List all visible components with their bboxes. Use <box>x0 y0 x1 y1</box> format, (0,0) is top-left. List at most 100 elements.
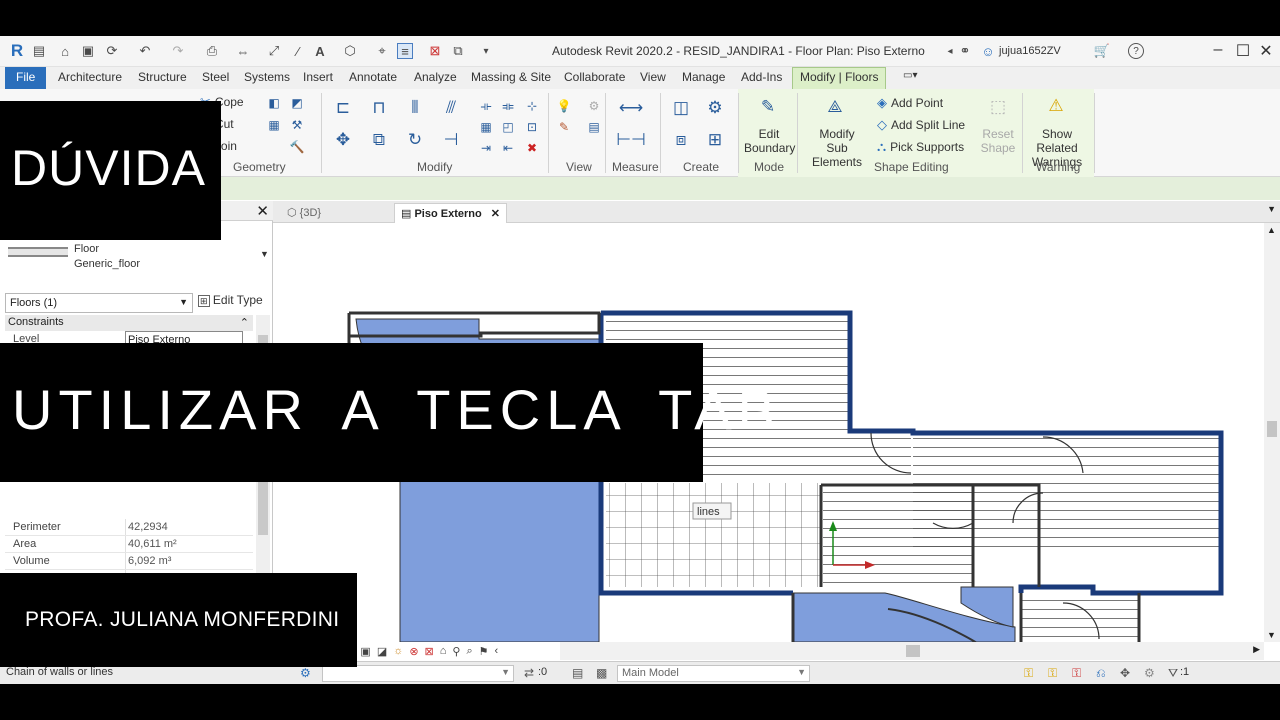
scroll-left-icon[interactable]: ‹ <box>495 645 499 657</box>
tab-modify-floors[interactable]: Modify | Floors <box>792 67 887 89</box>
detail-level-icon[interactable]: ▣ <box>360 645 370 658</box>
select-pinned-icon[interactable]: ⚿ <box>1072 666 1081 681</box>
copy-icon[interactable]: ⧉ <box>368 129 390 151</box>
select-links-icon[interactable]: ⚿ <box>1024 666 1033 681</box>
instance-filter-select[interactable]: Floors (1) ▼ <box>5 293 193 313</box>
exclude-options-icon[interactable]: ▩ <box>596 666 607 680</box>
dimension-aligned-icon[interactable]: ⊢⊣ <box>616 129 646 151</box>
binoculars-icon[interactable]: ⚭ <box>957 43 973 59</box>
vertical-scrollbar[interactable]: ▲ ▼ <box>1264 223 1280 642</box>
dimension-icon[interactable]: ⤢ <box>266 43 282 59</box>
linework-icon[interactable]: ✎ <box>556 119 572 135</box>
shadows-icon[interactable]: ⊗ <box>409 645 418 658</box>
visual-style-icon[interactable]: ◪ <box>377 645 387 658</box>
scroll-up-icon[interactable]: ▲ <box>1267 225 1276 235</box>
undo-icon[interactable]: ↶ <box>137 43 153 59</box>
hammer-icon[interactable]: 🔨 <box>289 139 305 155</box>
scroll-thumb[interactable] <box>1267 421 1277 437</box>
worksharing-icon[interactable]: ⚑ <box>479 645 489 658</box>
split-icon[interactable]: ⟛ <box>478 98 494 114</box>
split-face-icon[interactable]: ◩ <box>289 95 305 111</box>
hide-icon[interactable]: 💡 <box>556 98 572 114</box>
close-icon[interactable]: ✕ <box>256 202 269 220</box>
tab-add-ins[interactable]: Add-Ins <box>741 70 782 84</box>
rotate-icon[interactable]: ↻ <box>404 129 426 151</box>
close-icon[interactable]: ✕ <box>491 208 500 220</box>
scroll-down-icon[interactable]: ▼ <box>1267 630 1276 640</box>
tab-manage[interactable]: Manage <box>682 70 725 84</box>
tab-insert[interactable]: Insert <box>303 70 333 84</box>
add-point-button[interactable]: ◈ Add Point <box>877 95 943 111</box>
reset-shape-button[interactable]: Reset Shape <box>978 127 1018 155</box>
properties-icon[interactable]: ▤ <box>31 43 47 59</box>
hide-crop-icon[interactable]: ⌂ <box>440 645 447 657</box>
sun-path-icon[interactable]: ☼ <box>393 645 403 657</box>
align-icon[interactable]: ⊏ <box>332 97 354 119</box>
save-icon[interactable]: ▣ <box>80 43 96 59</box>
add-split-line-button[interactable]: ◇ Add Split Line <box>877 117 965 133</box>
tab-collaborate[interactable]: Collaborate <box>564 70 625 84</box>
section-constraints[interactable]: Constraints ⌃ <box>5 315 253 331</box>
pin-icon[interactable]: ⊹ <box>524 98 540 114</box>
edit-boundary-button[interactable]: Edit Boundary <box>744 127 795 155</box>
tag-icon[interactable]: ⁄ <box>290 43 306 59</box>
delete-icon[interactable]: ✖ <box>524 140 540 156</box>
unpin-icon[interactable]: ⊡ <box>524 119 540 135</box>
edit-type-button[interactable]: ⊞ Edit Type <box>198 293 263 307</box>
modify-sub-elements-button[interactable]: Modify Sub Elements <box>800 127 874 169</box>
type-selector-dropdown-icon[interactable]: ▼ <box>260 249 269 259</box>
tab-view[interactable]: View <box>640 70 666 84</box>
measure-between-icon[interactable]: ⟷ <box>616 97 646 119</box>
tab-systems[interactable]: Systems <box>244 70 290 84</box>
measure-icon[interactable]: ⇔ <box>235 43 251 59</box>
design-options-icon[interactable]: ▤ <box>572 666 583 680</box>
switch-windows-icon[interactable]: ⧉ <box>450 43 466 59</box>
offset-icon[interactable]: ⊓ <box>368 97 390 119</box>
qat-dropdown-icon[interactable]: ▾ <box>478 43 494 59</box>
close-icon[interactable]: ✕ <box>1256 41 1276 61</box>
ribbon-options-icon[interactable]: ▭▾ <box>903 70 917 81</box>
split-gap-icon[interactable]: ⟚ <box>500 98 516 114</box>
workset-select[interactable]: ▼ <box>322 665 514 682</box>
user-name[interactable]: jujua1652ZV <box>999 45 1061 57</box>
tab-3d[interactable]: ⬡ {3D} <box>281 203 327 223</box>
cart-icon[interactable]: 🛒 <box>1094 43 1110 59</box>
drag-on-selection-icon[interactable]: ✥ <box>1120 666 1130 680</box>
modify-sub-elements-icon[interactable]: ⟁ <box>824 96 846 118</box>
scroll-right-icon[interactable]: ▶ <box>1253 644 1260 655</box>
paint-icon[interactable]: ▦ <box>266 117 282 133</box>
tab-annotate[interactable]: Annotate <box>349 70 397 84</box>
extend-icon[interactable]: ⇤ <box>500 140 516 156</box>
override-graphics-icon[interactable]: ▤ <box>586 119 602 135</box>
user-icon[interactable]: ☺ <box>980 43 996 59</box>
demolish-icon[interactable]: ⚒ <box>289 117 305 133</box>
create-assembly-icon[interactable]: ⊞ <box>704 129 726 151</box>
help-icon[interactable]: ? <box>1128 43 1144 59</box>
reveal-hidden-icon[interactable]: ⌕ <box>466 645 472 658</box>
sync-icon[interactable]: ⟳ <box>104 43 120 59</box>
wall-joins-icon[interactable]: ◧ <box>266 95 282 111</box>
tab-massing-site[interactable]: Massing & Site <box>471 70 551 84</box>
open-icon[interactable]: ⌂ <box>57 43 73 59</box>
pick-supports-button[interactable]: ⛬ Pick Supports <box>877 139 964 155</box>
mirror-draw-icon[interactable]: ⫻ <box>440 97 462 119</box>
print-icon[interactable]: ⎙ <box>204 43 220 59</box>
scroll-thumb[interactable] <box>906 645 920 657</box>
tab-piso-externo[interactable]: ▤ Piso Externo ✕ <box>394 203 507 223</box>
array-icon[interactable]: ▦ <box>478 119 494 135</box>
trim-icon[interactable]: ⊣ <box>440 129 462 151</box>
thin-lines-icon[interactable]: ≡ <box>397 43 413 59</box>
crop-icon[interactable]: ⊠ <box>425 645 434 658</box>
redo-icon[interactable]: ↷ <box>170 43 186 59</box>
scale-icon[interactable]: ◰ <box>500 119 516 135</box>
override-icon[interactable]: ⚙ <box>586 98 602 114</box>
property-value[interactable]: 42,2934 <box>125 519 243 535</box>
3d-view-icon[interactable]: ⬡ <box>342 43 358 59</box>
nav-left-icon[interactable]: ◂ <box>942 43 958 59</box>
tab-architecture[interactable]: Architecture <box>58 70 122 84</box>
filter-icon[interactable]: ⛛ <box>1168 666 1178 681</box>
horizontal-scrollbar[interactable]: ▶ <box>560 642 1264 660</box>
minimize-icon[interactable]: – <box>1208 41 1228 59</box>
tab-steel[interactable]: Steel <box>202 70 229 84</box>
mirror-axis-icon[interactable]: ⫴ <box>404 97 426 119</box>
